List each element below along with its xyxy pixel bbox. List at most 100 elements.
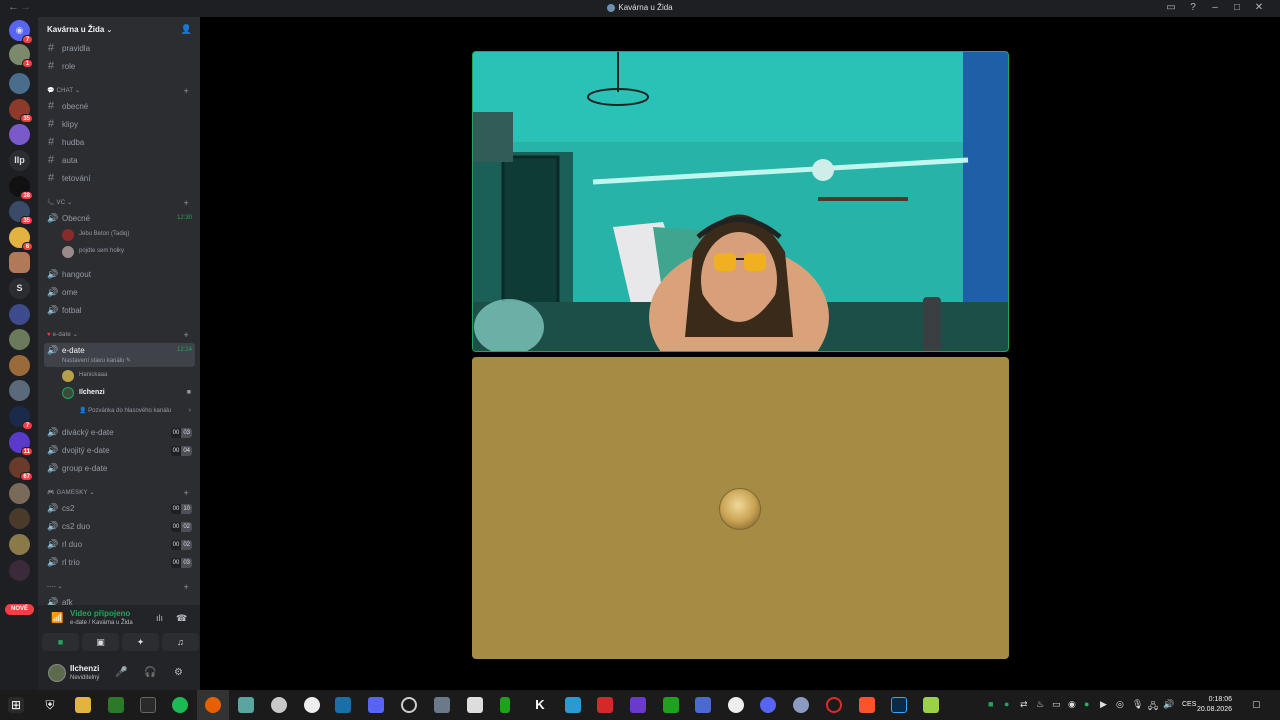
tray-icon[interactable]: ▭ xyxy=(1052,699,1061,710)
opera-icon[interactable] xyxy=(826,697,842,713)
server-icon[interactable]: 38 xyxy=(9,176,33,200)
voice-channel-dvojity-e-date[interactable]: 🔊 dvojitý e-date 00 04 xyxy=(44,443,195,459)
voice-user-self[interactable]: Ilchenzi ■ xyxy=(62,386,195,401)
channel-tetovani[interactable]: # tetování xyxy=(44,171,195,187)
activities-button[interactable]: ✦ xyxy=(122,633,159,651)
tray-icon[interactable]: ⇄ xyxy=(1020,699,1028,710)
server-icon[interactable]: 7 xyxy=(9,406,33,430)
app-icon[interactable] xyxy=(728,697,744,713)
tray-icon[interactable]: ◉ xyxy=(1068,699,1076,710)
channel-pravidla[interactable]: # pravidla xyxy=(44,41,195,57)
voice-channel-divacky-e-date[interactable]: 🔊 divácký e-date 00 03 xyxy=(44,425,195,441)
channel-status[interactable]: Nastavení stavu kanálu ✎ xyxy=(62,357,131,364)
discord-icon[interactable] xyxy=(760,697,776,713)
add-channel-icon[interactable]: + xyxy=(184,488,189,498)
terminal-icon[interactable] xyxy=(140,697,156,713)
firefox-icon[interactable] xyxy=(205,697,221,713)
app-icon[interactable] xyxy=(923,697,939,713)
server-icon[interactable]: 1 xyxy=(9,44,33,68)
screen-share-button[interactable]: ▣ xyxy=(82,633,119,651)
voice-channel-rl-trio[interactable]: 🔊 rl trio 00 03 xyxy=(44,555,195,571)
app-icon[interactable] xyxy=(500,697,510,713)
server-icon[interactable] xyxy=(9,560,30,581)
server-icon[interactable]: S xyxy=(9,278,30,299)
category-chat[interactable]: 💬 CHAT ⌄ + xyxy=(47,86,197,97)
app-icon[interactable] xyxy=(238,697,254,713)
voice-channel-cs2-duo[interactable]: 🔊 cs2 duo 00 02 xyxy=(44,519,195,535)
server-icon[interactable]: 11 xyxy=(9,432,33,456)
server-icon[interactable] xyxy=(9,483,30,504)
tray-icon[interactable]: ● xyxy=(1084,699,1089,709)
noise-suppression-icon[interactable]: ılı xyxy=(156,613,163,623)
tray-icon[interactable]: ◎ xyxy=(1116,699,1124,710)
voice-user[interactable]: Jebu Beton (Tadiq) xyxy=(62,228,195,243)
photoshop-icon[interactable] xyxy=(891,697,907,713)
server-icon[interactable] xyxy=(9,252,30,273)
app-icon[interactable] xyxy=(663,697,679,713)
server-icon[interactable] xyxy=(9,508,30,529)
network-icon[interactable]: 🖧 xyxy=(1148,699,1158,715)
app-icon[interactable] xyxy=(597,697,613,713)
server-icon[interactable]: 35 xyxy=(9,99,33,123)
app-icon[interactable] xyxy=(271,697,287,713)
notification-icon[interactable]: ▢ xyxy=(1252,699,1261,710)
tray-icon[interactable]: ♨ xyxy=(1036,699,1044,710)
voice-channel-fotbal[interactable]: 🔊 fotbal xyxy=(44,303,195,319)
calculator-icon[interactable] xyxy=(434,697,450,713)
server-icon[interactable] xyxy=(9,304,30,325)
soundboard-button[interactable]: ♫ xyxy=(162,633,199,651)
category-e-date[interactable]: ♥ e-date ⌄ + xyxy=(47,330,197,341)
voice-user[interactable]: pojdte sem holky xyxy=(62,245,195,260)
server-icon[interactable] xyxy=(9,124,30,145)
volume-icon[interactable]: 🔊 xyxy=(1163,699,1174,710)
channel-auta[interactable]: # auta xyxy=(44,153,195,169)
tray-icon[interactable]: ■ xyxy=(988,699,993,709)
inbox-icon[interactable]: ▭ xyxy=(1160,2,1182,13)
server-icon[interactable]: 35 xyxy=(9,201,33,225)
voice-user[interactable]: Hanickaaa xyxy=(62,369,195,384)
server-icon[interactable]: 67 xyxy=(9,457,33,481)
help-icon[interactable]: ? xyxy=(1182,2,1204,13)
microphone-icon[interactable]: 🎙 xyxy=(1132,699,1143,710)
channel-role[interactable]: # role xyxy=(44,59,195,75)
clock[interactable]: 0:18:06 20.08.2026 xyxy=(1197,695,1232,715)
disconnect-icon[interactable]: ☎ xyxy=(176,613,187,624)
shield-icon[interactable]: ⛨ xyxy=(42,697,58,713)
video-tile-avatar[interactable] xyxy=(472,357,1009,659)
channel-klipy[interactable]: # klipy xyxy=(44,117,195,133)
microphone-icon[interactable]: 🎤 xyxy=(115,667,127,678)
server-icon[interactable]: 6 xyxy=(9,227,33,251)
discord-home-icon[interactable]: ◉ 7 xyxy=(9,20,33,44)
settings-icon[interactable]: ⚙ xyxy=(174,667,183,678)
camera-button[interactable]: ■ xyxy=(42,633,79,651)
server-icon[interactable]: Ilp xyxy=(9,150,30,171)
channel-obecne[interactable]: # obecné xyxy=(44,99,195,115)
obs-icon[interactable] xyxy=(401,697,417,713)
add-channel-icon[interactable]: + xyxy=(184,86,189,96)
nvidia-icon[interactable] xyxy=(108,697,124,713)
app-icon[interactable] xyxy=(368,697,384,713)
app-icon[interactable] xyxy=(630,697,646,713)
avatar[interactable] xyxy=(48,664,66,682)
voice-channel-hangout[interactable]: 🔊 hangout xyxy=(44,267,195,283)
server-icon[interactable] xyxy=(9,380,30,401)
close-button[interactable]: ✕ xyxy=(1248,2,1270,13)
tray-icon[interactable]: ● xyxy=(1004,699,1009,709)
server-icon[interactable] xyxy=(9,73,30,94)
spotify-icon[interactable] xyxy=(172,697,188,713)
voice-channel-ome[interactable]: 🔊 ome xyxy=(44,285,195,301)
file-explorer-icon[interactable] xyxy=(75,697,91,713)
voice-channel-obecne[interactable]: 🔊 Obecné 12:30 xyxy=(44,211,195,227)
channel-hudba[interactable]: # hudba xyxy=(44,135,195,151)
server-icon[interactable] xyxy=(9,329,30,350)
brave-icon[interactable] xyxy=(859,697,875,713)
add-channel-icon[interactable]: + xyxy=(184,582,189,592)
voice-invite[interactable]: 👤 Pozvánka do hlasového kanálu › xyxy=(62,404,195,419)
category-vc[interactable]: 📞 VC ⌄ + xyxy=(47,198,197,209)
add-channel-icon[interactable]: + xyxy=(184,330,189,340)
app-icon[interactable] xyxy=(467,697,483,713)
server-icon[interactable] xyxy=(9,534,30,555)
voice-channel-rl-duo[interactable]: 🔊 rl duo 00 02 xyxy=(44,537,195,553)
minimize-button[interactable]: – xyxy=(1204,2,1226,13)
start-icon[interactable]: ⊞ xyxy=(8,697,24,713)
